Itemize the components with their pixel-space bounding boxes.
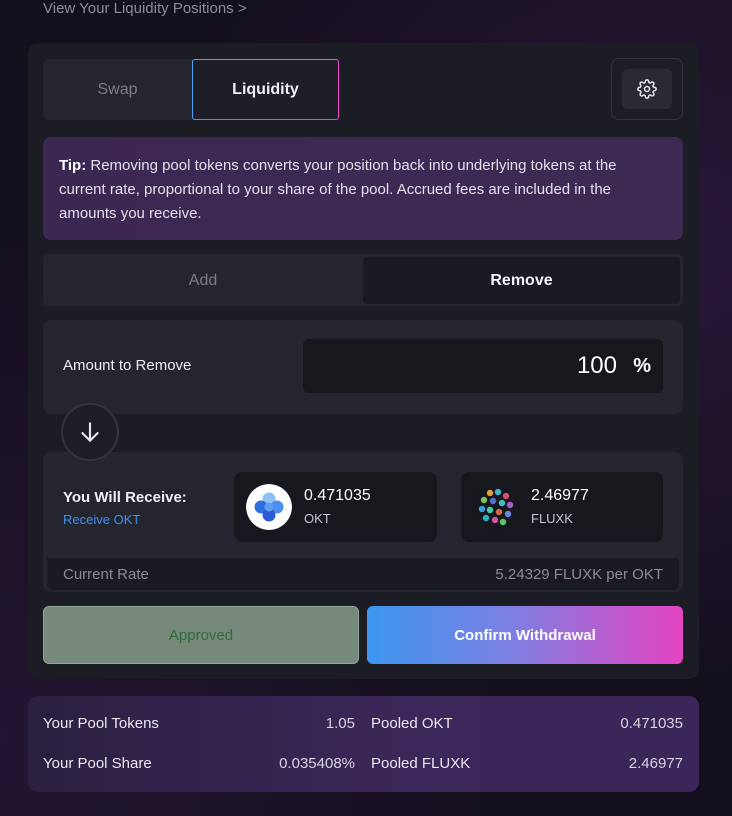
- pooled-okt-label: Pooled OKT: [371, 715, 453, 732]
- pooled-fluxk-value: 2.46977: [628, 755, 683, 772]
- fluxk-amount: 2.46977: [531, 487, 589, 504]
- settings-button[interactable]: [622, 69, 672, 109]
- tab-add[interactable]: Add: [43, 257, 363, 304]
- pool-tokens-value: 1.05: [325, 715, 355, 732]
- tab-swap[interactable]: Swap: [43, 59, 192, 120]
- tip-banner: Tip: Removing pool tokens converts your …: [43, 137, 683, 240]
- pooled-fluxk-label: Pooled FLUXK: [371, 755, 471, 772]
- approved-button[interactable]: Approved: [43, 606, 359, 664]
- tab-remove[interactable]: Remove: [363, 257, 680, 304]
- pool-summary: Your Pool Tokens 1.05 Pooled OKT 0.47103…: [28, 696, 699, 792]
- amount-label: Amount to Remove: [63, 357, 192, 374]
- add-remove-tabs: Add Remove: [43, 254, 683, 306]
- receive-okt-link[interactable]: Receive OKT: [63, 512, 140, 527]
- okt-logo-icon: [246, 484, 292, 530]
- amount-input[interactable]: 100 %: [303, 339, 663, 393]
- rate-value: 5.24329 FLUXK per OKT: [495, 566, 663, 583]
- rate-label: Current Rate: [63, 566, 149, 583]
- mode-tabs: Swap Liquidity: [43, 59, 339, 120]
- amount-to-remove-panel: Amount to Remove 100 %: [43, 320, 683, 414]
- token-card-okt: 0.471035 OKT: [234, 472, 437, 542]
- pool-share-label: Your Pool Share: [43, 755, 152, 772]
- pool-tokens-label: Your Pool Tokens: [43, 715, 159, 732]
- receive-title: You Will Receive:: [63, 489, 187, 506]
- view-positions-link[interactable]: View Your Liquidity Positions >: [43, 0, 247, 17]
- confirm-withdrawal-button[interactable]: Confirm Withdrawal: [367, 606, 683, 664]
- okt-amount: 0.471035: [304, 487, 371, 504]
- okt-symbol: OKT: [304, 511, 331, 526]
- fluxk-symbol: FLUXK: [531, 511, 573, 526]
- gear-icon: [637, 79, 657, 99]
- current-rate-row: Current Rate 5.24329 FLUXK per OKT: [47, 558, 679, 590]
- pooled-okt-value: 0.471035: [620, 715, 683, 732]
- tab-liquidity[interactable]: Liquidity: [192, 59, 339, 120]
- receive-panel: You Will Receive: Receive OKT 0.471035 O…: [43, 452, 683, 592]
- settings-container: [611, 58, 683, 120]
- token-card-fluxk: 2.46977 FLUXK: [461, 472, 663, 542]
- tip-label: Tip:: [59, 157, 87, 174]
- pool-share-value: 0.035408%: [279, 755, 355, 772]
- liquidity-card: Swap Liquidity Tip: Removing pool tokens…: [28, 43, 699, 679]
- percent-unit: %: [633, 355, 651, 377]
- amount-value: 100: [576, 352, 617, 379]
- tip-text: Removing pool tokens converts your posit…: [59, 157, 617, 222]
- arrow-down-button[interactable]: [61, 403, 119, 461]
- arrow-down-icon: [81, 422, 99, 442]
- fluxk-logo-icon: [473, 484, 519, 530]
